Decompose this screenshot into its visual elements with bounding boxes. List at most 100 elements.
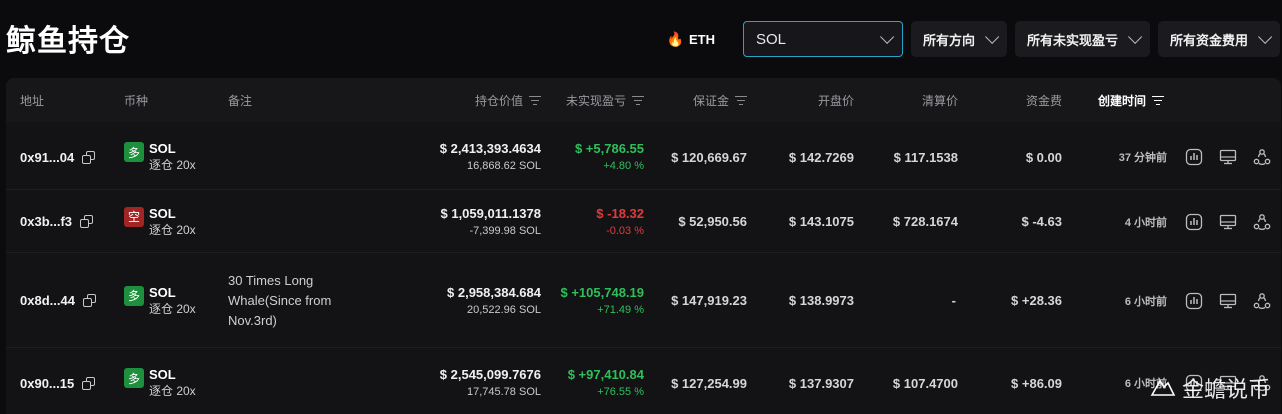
margin-cell: $ 127,254.99 xyxy=(671,348,747,414)
pnl-value: $ -18.32 xyxy=(596,205,644,221)
funding-cell: $ 0.00 xyxy=(1026,124,1062,190)
header-pnl[interactable]: 未实现盈亏 xyxy=(566,78,644,122)
sort-icon[interactable] xyxy=(1152,95,1165,105)
note-cell xyxy=(228,190,338,253)
chart-icon[interactable] xyxy=(1185,292,1203,310)
pnl-percent: +71.49 % xyxy=(597,303,644,316)
direction-badge: 空 xyxy=(124,206,144,227)
pnl-percent: -0.03 % xyxy=(606,224,644,237)
liquidation-price: $ 117.1538 xyxy=(893,149,958,165)
position-size: 17,745.78 SOL xyxy=(466,386,541,398)
coin-name: SOL xyxy=(149,205,176,221)
margin-cell: $ 52,950.56 xyxy=(678,190,747,253)
address-text[interactable]: 0x3b...f3 xyxy=(20,214,72,229)
value-cell: $ 2,958,384.684 20,522.96 SOL xyxy=(447,253,541,348)
header-created[interactable]: 创建时间 xyxy=(1098,78,1165,122)
liquidation-price: - xyxy=(951,293,956,308)
table-header: 地址 币种 备注 持仓价值 未实现盈亏 保证金 开盘价 清算价 资金费 创建时间 xyxy=(6,78,1281,122)
share-icon[interactable] xyxy=(1253,292,1271,310)
address-text[interactable]: 0x91...04 xyxy=(20,150,74,165)
address-cell: 0x91...04 xyxy=(20,124,96,190)
eth-chip[interactable]: 🔥 ETH xyxy=(667,31,715,48)
liquidation-price: $ 728.1674 xyxy=(892,214,958,229)
created-cell: 6 小时前 xyxy=(1125,253,1167,348)
eth-label: ETH xyxy=(688,31,715,47)
leverage-text: 逐仓 20x xyxy=(149,222,196,237)
share-icon[interactable] xyxy=(1253,213,1271,231)
coin-cell: 多 SOL 逐仓 20x xyxy=(124,124,196,190)
pnl-percent: +4.80 % xyxy=(603,160,644,172)
entry-cell: $ 142.7269 xyxy=(789,124,854,190)
symbol-value: SOL xyxy=(755,30,786,48)
header-note: 备注 xyxy=(228,93,253,108)
pnl-cell: $ +97,410.84 +76.55 % xyxy=(568,348,644,414)
share-icon[interactable] xyxy=(1253,148,1271,166)
page-title: 鲸鱼持仓 xyxy=(6,24,130,59)
copy-icon[interactable] xyxy=(82,150,96,164)
direction-badge: 多 xyxy=(124,142,144,162)
filter-bar: 🔥 ETH SOL 所有方向 所有未实现盈亏 所有资金费用 xyxy=(667,21,1280,57)
row-actions xyxy=(1185,213,1271,231)
coin-cell: 空 SOL 逐仓 20x xyxy=(124,190,196,253)
header-margin[interactable]: 保证金 xyxy=(693,78,747,122)
sort-icon[interactable] xyxy=(632,95,644,105)
address-text[interactable]: 0x8d...44 xyxy=(20,293,75,308)
direction-badge: 多 xyxy=(124,368,144,388)
chart-icon[interactable] xyxy=(1185,148,1203,166)
position-value: $ 2,958,384.684 xyxy=(447,284,541,300)
table-row[interactable]: 0x90...15 多 SOL 逐仓 20x $ 2,545,099.7676 … xyxy=(6,348,1281,414)
address-cell: 0x90...15 xyxy=(20,348,96,414)
table-row[interactable]: 0x8d...44 多 SOL 逐仓 20x 30 Times Long Wha… xyxy=(6,253,1281,348)
margin-value: $ 52,950.56 xyxy=(678,214,747,229)
chart-icon[interactable] xyxy=(1185,213,1203,231)
position-value: $ 1,059,011.1378 xyxy=(440,205,542,221)
header-coin: 币种 xyxy=(124,93,149,108)
table-row[interactable]: 0x91...04 多 SOL 逐仓 20x $ 2,413,393.4634 … xyxy=(6,124,1281,190)
coin-cell: 多 SOL 逐仓 20x xyxy=(124,348,196,414)
funding-filter[interactable]: 所有资金费用 xyxy=(1157,21,1280,57)
value-cell: $ 1,059,011.1378 -7,399.98 SOL xyxy=(441,190,542,253)
direction-filter[interactable]: 所有方向 xyxy=(910,21,1007,57)
funding-cell: $ +86.09 xyxy=(1011,348,1062,414)
symbol-select[interactable]: SOL xyxy=(742,21,903,57)
monitor-icon[interactable] xyxy=(1219,292,1237,310)
header-value[interactable]: 持仓价值 xyxy=(475,78,541,122)
header-liq: 清算价 xyxy=(921,93,958,108)
pnl-value: $ +5,786.55 xyxy=(574,141,644,156)
address-cell: 0x3b...f3 xyxy=(20,190,94,253)
copy-icon[interactable] xyxy=(80,215,94,228)
funding-value: $ +28.36 xyxy=(1011,293,1062,308)
monitor-icon[interactable] xyxy=(1219,213,1237,231)
funding-filter-label: 所有资金费用 xyxy=(1169,32,1248,48)
position-size: 20,522.96 SOL xyxy=(466,303,541,316)
created-time: 6 小时前 xyxy=(1124,295,1167,308)
entry-cell: $ 138.9973 xyxy=(789,253,854,348)
positions-table: 地址 币种 备注 持仓价值 未实现盈亏 保证金 开盘价 清算价 资金费 创建时间… xyxy=(6,78,1281,414)
liquidation-price: $ 107.4700 xyxy=(892,375,958,391)
fire-icon: 🔥 xyxy=(666,30,684,47)
sort-icon[interactable] xyxy=(529,95,541,105)
margin-value: $ 147,919.23 xyxy=(671,293,747,308)
entry-price: $ 137.9307 xyxy=(788,375,854,391)
margin-cell: $ 147,919.23 xyxy=(671,253,747,348)
pnl-filter-label: 所有未实现盈亏 xyxy=(1026,32,1118,48)
position-size: 16,868.62 SOL xyxy=(466,160,541,172)
address-text[interactable]: 0x90...15 xyxy=(20,376,74,391)
chevron-down-icon xyxy=(1258,29,1273,44)
copy-icon[interactable] xyxy=(82,376,96,390)
coin-cell: 多 SOL 逐仓 20x xyxy=(124,253,196,348)
sort-icon[interactable] xyxy=(735,95,747,105)
note-cell xyxy=(228,348,338,414)
copy-icon[interactable] xyxy=(82,294,96,307)
chevron-down-icon xyxy=(985,29,1000,44)
monitor-icon[interactable] xyxy=(1219,148,1237,166)
watermark: 金蟾说币 xyxy=(1148,372,1270,404)
liq-cell: - xyxy=(952,253,956,348)
position-size: -7,399.98 SOL xyxy=(469,224,541,237)
table-row[interactable]: 0x3b...f3 空 SOL 逐仓 20x $ 1,059,011.1378 … xyxy=(6,190,1281,253)
pnl-filter[interactable]: 所有未实现盈亏 xyxy=(1014,21,1150,57)
created-cell: 4 小时前 xyxy=(1125,190,1167,253)
funding-cell: $ -4.63 xyxy=(1022,190,1062,253)
direction-filter-label: 所有方向 xyxy=(922,32,975,48)
created-time: 4 小时前 xyxy=(1124,216,1167,229)
